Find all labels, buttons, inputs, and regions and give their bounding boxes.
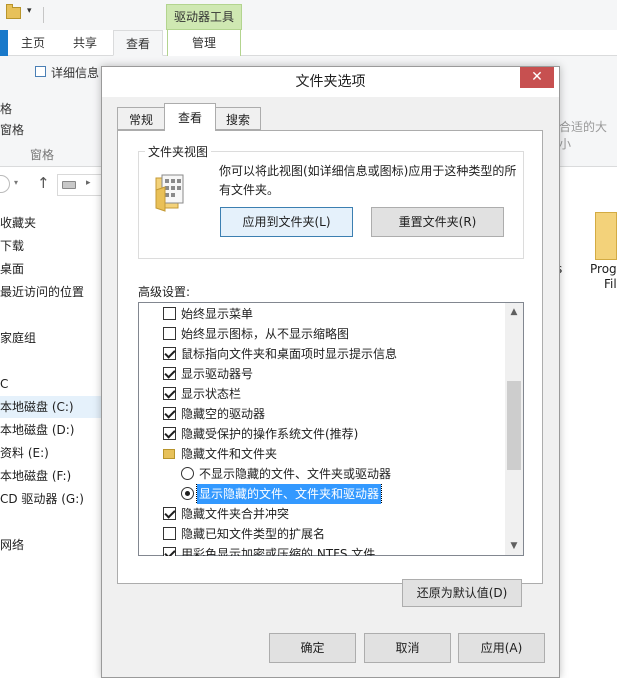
- close-icon[interactable]: ✕: [520, 67, 554, 88]
- folder-icon: [163, 449, 175, 459]
- tab-search[interactable]: 搜索: [215, 107, 261, 130]
- ribbon-option[interactable]: 格: [0, 100, 12, 117]
- nav-item-network[interactable]: 网络: [0, 534, 24, 556]
- checkbox-checked[interactable]: [163, 387, 176, 400]
- restore-defaults-button[interactable]: 还原为默认值(D): [402, 579, 522, 607]
- tab-view[interactable]: 查看: [113, 30, 163, 56]
- checkbox-checked[interactable]: [163, 367, 176, 380]
- checkbox-checked[interactable]: [163, 507, 176, 520]
- cancel-button[interactable]: 取消: [364, 633, 451, 663]
- advanced-setting-label: 不显示隐藏的文件、文件夹或驱动器: [199, 467, 392, 481]
- tab-manage[interactable]: 管理: [167, 30, 241, 56]
- explorer-title-bar: [0, 0, 617, 30]
- checkbox-checked[interactable]: [163, 347, 176, 360]
- ok-button[interactable]: 确定: [269, 633, 356, 663]
- folder-view-legend: 文件夹视图: [145, 143, 212, 160]
- scroll-down-icon[interactable]: ▼: [505, 537, 523, 555]
- advanced-setting-label: 隐藏已知文件类型的扩展名: [181, 527, 326, 541]
- details-pane-icon: [35, 66, 46, 77]
- drive-icon: [62, 181, 76, 189]
- tab-view-dialog[interactable]: 查看: [164, 103, 216, 131]
- radio-unselected[interactable]: [181, 467, 194, 480]
- reset-folders-button[interactable]: 重置文件夹(R): [371, 207, 504, 237]
- checkbox-checked[interactable]: [163, 547, 176, 556]
- checkbox-unchecked[interactable]: [163, 327, 176, 340]
- nav-item-desktop[interactable]: 桌面: [0, 258, 24, 280]
- checkbox-unchecked[interactable]: [163, 527, 176, 540]
- drive-tools-header: 驱动器工具: [166, 4, 242, 30]
- nav-item-drive-e[interactable]: 资料 (E:): [0, 442, 49, 464]
- nav-item-downloads[interactable]: 下载: [0, 235, 24, 257]
- advanced-setting-row[interactable]: 隐藏文件和文件夹: [139, 444, 505, 464]
- advanced-setting-label: 用彩色显示加密或压缩的 NTFS 文件: [181, 547, 376, 556]
- up-arrow-icon[interactable]: ↑: [37, 174, 50, 192]
- tab-general[interactable]: 常规: [117, 107, 165, 130]
- advanced-setting-row[interactable]: 始终显示图标，从不显示缩略图: [139, 324, 505, 344]
- advanced-setting-label: 隐藏空的驱动器: [181, 407, 266, 421]
- advanced-setting-label: 隐藏文件夹合并冲突: [181, 507, 290, 521]
- advanced-setting-row[interactable]: 隐藏受保护的操作系统文件(推荐): [139, 424, 505, 444]
- fit-columns-button[interactable]: 合适的大小: [559, 118, 617, 152]
- nav-item-this-pc[interactable]: C: [0, 373, 8, 395]
- nav-item-drive-f[interactable]: 本地磁盘 (F:): [0, 465, 71, 487]
- advanced-setting-row[interactable]: 隐藏空的驱动器: [139, 404, 505, 424]
- tab-share[interactable]: 共享: [65, 30, 105, 56]
- nav-item-favorites[interactable]: 收藏夹: [0, 212, 36, 234]
- apply-to-folders-button[interactable]: 应用到文件夹(L): [220, 207, 353, 237]
- advanced-setting-label: 鼠标指向文件夹和桌面项时显示提示信息: [181, 347, 398, 361]
- nav-item-homegroup[interactable]: 家庭组: [0, 327, 36, 349]
- ribbon-group-label: 窗格: [30, 148, 55, 162]
- qat-dropdown-icon[interactable]: ▾: [27, 6, 32, 16]
- advanced-setting-row[interactable]: 鼠标指向文件夹和桌面项时显示提示信息: [139, 344, 505, 364]
- folder-view-description: 你可以将此视图(如详细信息或图标)应用于这种类型的所有文件夹。: [219, 164, 517, 197]
- advanced-setting-row[interactable]: 不显示隐藏的文件、文件夹或驱动器: [139, 464, 505, 484]
- advanced-setting-row[interactable]: 显示隐藏的文件、文件夹和驱动器: [139, 484, 505, 504]
- file-tab[interactable]: [0, 30, 8, 56]
- advanced-setting-label: 显示隐藏的文件、文件夹和驱动器: [195, 484, 383, 504]
- folder-view-icon: [155, 174, 184, 212]
- checkbox-unchecked[interactable]: [163, 307, 176, 320]
- advanced-setting-row[interactable]: 始终显示菜单: [139, 304, 505, 324]
- advanced-setting-row[interactable]: 显示状态栏: [139, 384, 505, 404]
- advanced-setting-row[interactable]: 显示驱动器号: [139, 364, 505, 384]
- radio-selected[interactable]: [181, 487, 194, 500]
- advanced-setting-label: 始终显示菜单: [181, 307, 254, 321]
- ribbon-option[interactable]: 窗格: [0, 121, 24, 138]
- advanced-settings-label: 高级设置:: [138, 285, 191, 299]
- dialog-title: 文件夹选项: [295, 74, 366, 90]
- checkbox-checked[interactable]: [163, 427, 176, 440]
- nav-item-drive-g[interactable]: CD 驱动器 (G:): [0, 488, 84, 510]
- checkbox-checked[interactable]: [163, 407, 176, 420]
- advanced-setting-label: 隐藏受保护的操作系统文件(推荐): [181, 427, 359, 441]
- nav-item-recent[interactable]: 最近访问的位置: [0, 281, 84, 303]
- apply-button[interactable]: 应用(A): [458, 633, 545, 663]
- recent-locations-icon[interactable]: ▾: [14, 178, 18, 187]
- chevron-right-icon[interactable]: ▸: [86, 178, 91, 188]
- tab-home[interactable]: 主页: [13, 30, 53, 56]
- qat-divider: [43, 7, 44, 23]
- advanced-setting-label: 显示状态栏: [181, 387, 242, 401]
- advanced-setting-row[interactable]: 隐藏已知文件类型的扩展名: [139, 524, 505, 544]
- file-label[interactable]: Fil: [604, 277, 617, 291]
- folder-icon[interactable]: [6, 4, 21, 19]
- advanced-setting-row[interactable]: 用彩色显示加密或压缩的 NTFS 文件: [139, 544, 505, 556]
- details-pane-button[interactable]: 详细信息: [51, 64, 99, 81]
- file-label[interactable]: Prog: [590, 262, 617, 276]
- nav-item-drive-d[interactable]: 本地磁盘 (D:): [0, 419, 74, 441]
- advanced-setting-label: 始终显示图标，从不显示缩略图: [181, 327, 350, 341]
- folder-icon[interactable]: [595, 212, 617, 260]
- advanced-setting-row[interactable]: 隐藏文件夹合并冲突: [139, 504, 505, 524]
- advanced-setting-label: 隐藏文件和文件夹: [181, 447, 278, 461]
- nav-item-drive-c[interactable]: 本地磁盘 (C:): [0, 396, 74, 418]
- advanced-setting-label: 显示驱动器号: [181, 367, 254, 381]
- scroll-up-icon[interactable]: ▲: [505, 303, 523, 321]
- scrollbar-thumb[interactable]: [507, 381, 521, 470]
